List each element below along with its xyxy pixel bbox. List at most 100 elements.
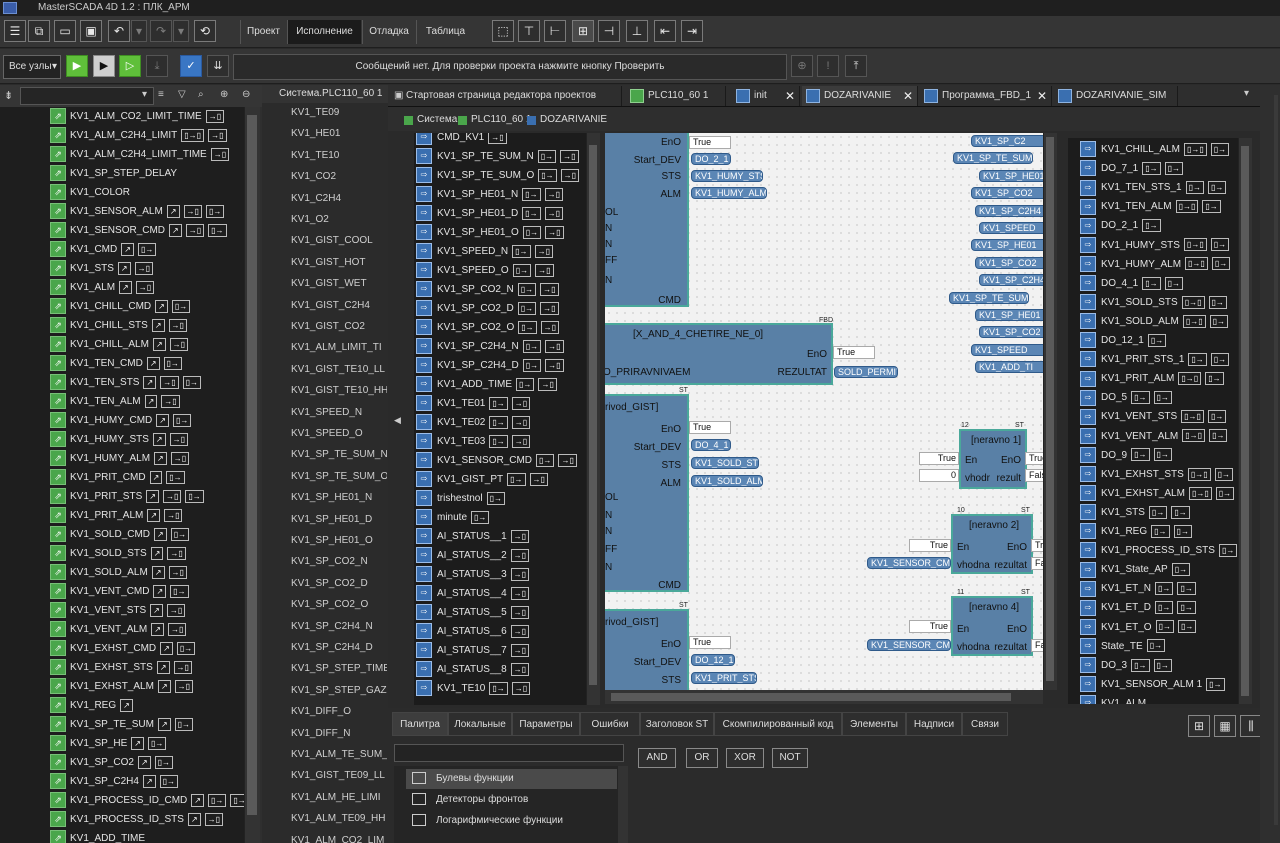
tree-item[interactable]: ⇗ KV1_EXHST_STS ↗ →▯ xyxy=(50,658,242,677)
link-icon[interactable]: →▯ xyxy=(164,508,183,522)
input-value[interactable]: True xyxy=(909,620,951,633)
link-icon[interactable]: →▯ xyxy=(511,415,531,429)
canvas-horizontal-scrollbar[interactable] xyxy=(605,690,1043,704)
link-icon[interactable]: ↗ xyxy=(149,470,163,484)
link-icon[interactable]: ▯→ xyxy=(1131,391,1150,405)
link-icon[interactable]: ↗ xyxy=(143,375,157,389)
tree-item[interactable]: ⇗ KV1_TEN_STS ↗ →▯ ▯→ xyxy=(50,373,242,392)
link-icon[interactable]: ▯→ xyxy=(1142,161,1161,175)
variable-item[interactable]: KV1_TE10 xyxy=(291,148,387,164)
link-icon[interactable]: →▯ xyxy=(185,223,205,237)
link-icon[interactable]: →▯ xyxy=(134,261,154,275)
not-button[interactable]: NOT xyxy=(772,748,808,768)
output-signal-item[interactable]: ⇨ KV1_TEN_STS_1 ▯→ ▯→ xyxy=(1080,178,1238,197)
link-icon[interactable]: →▯ xyxy=(168,318,187,332)
tab-links[interactable]: Связи xyxy=(962,712,1008,736)
link-icon[interactable]: →▯ xyxy=(545,358,564,372)
link-icon[interactable]: ▯→ xyxy=(163,356,182,370)
tab-parameters[interactable]: Параметры xyxy=(512,712,580,736)
tree-item[interactable]: ⇗ KV1_TEN_ALM ↗ →▯ xyxy=(50,392,242,411)
link-icon[interactable]: →▯ xyxy=(510,567,530,581)
output-signal-item[interactable]: ⇨ KV1_SOLD_ALM ▯→▯ ▯→ xyxy=(1080,312,1238,331)
input-value[interactable]: True xyxy=(909,539,951,552)
signal-link[interactable]: KV1_SP_C2H4 xyxy=(979,274,1043,287)
palette-item[interactable]: Булевы функции xyxy=(406,769,617,789)
link-icon[interactable]: →▯ xyxy=(534,244,553,258)
variable-item[interactable]: KV1_GIST_CO2 xyxy=(291,319,387,335)
link-icon[interactable]: ▯→ xyxy=(170,527,190,541)
palette-scrollbar[interactable] xyxy=(618,766,628,843)
link-icon[interactable]: ▯→ xyxy=(137,242,157,256)
signal-item[interactable]: ⇨ KV1_SP_C2H4_D ▯→ →▯ xyxy=(416,356,584,375)
redo-icon[interactable]: ↷ xyxy=(150,20,172,42)
link-icon[interactable]: →▯ xyxy=(166,603,186,617)
link-icon[interactable]: ▯→ xyxy=(1131,448,1150,462)
link-icon[interactable]: →▯ xyxy=(511,434,531,448)
or-button[interactable]: OR xyxy=(686,748,718,768)
signal-item[interactable]: ⇨ KV1_TE01 ▯→ →▯ xyxy=(416,394,584,413)
signal-link[interactable]: KV1_SP_C2H4 xyxy=(975,204,1043,217)
link-icon[interactable]: ↗ xyxy=(154,527,167,541)
link-icon[interactable]: ▯→ xyxy=(489,415,508,429)
output-signal-item[interactable]: ⇨ DO_2_1 ▯→ xyxy=(1080,216,1238,235)
signal-item[interactable]: ⇨ KV1_SENSOR_CMD ▯→ →▯ xyxy=(416,451,584,470)
link-icon[interactable]: ↗ xyxy=(156,413,169,427)
signal-link[interactable]: KV1_SP_HE01 xyxy=(975,309,1043,321)
link-icon[interactable]: →▯ xyxy=(167,546,186,560)
variable-item[interactable]: KV1_ALM_CO2_LIM xyxy=(291,833,387,843)
output-signal-item[interactable]: ⇨ KV1_VENT_ALM ▯→▯ ▯→ xyxy=(1080,427,1238,446)
chevron-down-icon[interactable]: ▾ xyxy=(142,89,147,100)
tab-st-header[interactable]: Заголовок ST xyxy=(640,712,714,736)
link-icon[interactable]: →▯ xyxy=(169,337,189,351)
variable-item[interactable]: KV1_SP_HE01_D xyxy=(291,512,387,528)
link-icon[interactable]: ▯→ xyxy=(1210,238,1230,252)
link-icon[interactable]: ↗ xyxy=(153,584,167,598)
link-icon[interactable]: ↗ xyxy=(169,223,182,237)
output-signal-item[interactable]: ⇨ KV1_ET_O ▯→ ▯→ xyxy=(1080,618,1238,637)
signal-link[interactable]: KV1_SPEED xyxy=(979,222,1043,234)
signal-item[interactable]: ⇨ KV1_SPEED_N ▯→ →▯ xyxy=(416,242,584,261)
output-signal-item[interactable]: ⇨ KV1_PRIT_STS_1 ▯→ ▯→ xyxy=(1080,350,1238,369)
variable-item[interactable]: KV1_SP_C2H4_N xyxy=(291,619,387,635)
signal-item[interactable]: ⇨ trishestnol ▯→ xyxy=(416,489,584,508)
sort-icon[interactable]: ≡ xyxy=(158,89,164,100)
link-icon[interactable]: ▯→ xyxy=(1177,601,1196,615)
signal-item[interactable]: ⇨ KV1_SP_HE01_N ▯→ →▯ xyxy=(416,185,584,204)
link-icon[interactable]: ▯→ xyxy=(522,358,542,372)
function-block[interactable]: rivod_GIST] EnO Start_DEV STS xyxy=(605,609,689,690)
link-icon[interactable]: →▯ xyxy=(540,301,559,315)
align-right-icon[interactable]: ⊣ xyxy=(598,20,620,42)
link-icon[interactable]: ▯→ xyxy=(1207,410,1227,424)
link-icon[interactable]: ▯→ xyxy=(1155,582,1174,596)
link-icon[interactable]: ▯→ xyxy=(1206,677,1225,691)
link-icon[interactable]: ▯→ xyxy=(1208,181,1227,195)
tree-item[interactable]: ⇗ KV1_PRIT_CMD ↗ ▯→ xyxy=(50,468,242,487)
tab-init[interactable]: init ✕ xyxy=(732,86,800,106)
signal-item[interactable]: ⇨ KV1_SP_CO2_O ▯→ →▯ xyxy=(416,318,584,337)
devices-icon[interactable]: ⧉ xyxy=(28,20,50,42)
link-icon[interactable]: →▯ xyxy=(510,529,530,543)
output-value[interactable]: True xyxy=(1025,452,1043,465)
signal-link[interactable]: KV1_SP_C2 xyxy=(971,135,1043,147)
variable-item[interactable]: KV1_SP_STEP_GAZ xyxy=(291,683,387,699)
tree-item[interactable]: ⇗ KV1_PRIT_STS ↗ →▯ ▯→ xyxy=(50,487,242,506)
tree-item[interactable]: ⇗ KV1_ALM_C2H4_LIMIT ▯→▯ →▯ xyxy=(50,126,242,145)
variable-item[interactable]: KV1_GIST_HOT xyxy=(291,255,387,271)
variable-item[interactable]: KV1_ALM_HE_LIMI xyxy=(291,790,387,806)
canvas-horizontal-thumb[interactable] xyxy=(611,693,1011,701)
link-icon[interactable]: →▯ xyxy=(160,375,179,389)
link-icon[interactable]: →▯ xyxy=(538,377,557,391)
signal-item[interactable]: ⇨ KV1_TE03 ▯→ →▯ xyxy=(416,432,584,451)
object-tree-list[interactable]: ⇗ KV1_ALM_CO2_LIMIT_TIME →▯ ⇗ KV1_ALM_C2H4_L… xyxy=(0,107,244,843)
signal-link[interactable]: KV1_SP_TE_SUM xyxy=(949,291,1029,304)
link-icon[interactable]: ↗ xyxy=(150,546,164,560)
link-icon[interactable]: ▯→ xyxy=(1202,200,1221,214)
upload-icon[interactable]: ⤒ xyxy=(845,55,867,77)
link-icon[interactable]: ▯→ xyxy=(489,396,508,410)
variable-item[interactable]: KV1_SP_TE_SUM_O xyxy=(291,469,387,485)
link-icon[interactable]: ↗ xyxy=(166,204,180,218)
output-value[interactable]: True xyxy=(689,636,731,649)
output-signal-item[interactable]: ⇨ KV1_VENT_STS ▯→▯ ▯→ xyxy=(1080,407,1238,426)
output-value[interactable]: Tr xyxy=(1031,539,1043,552)
tab-dozarivanie-sim[interactable]: DOZARIVANIE_SIM xyxy=(1054,86,1178,106)
